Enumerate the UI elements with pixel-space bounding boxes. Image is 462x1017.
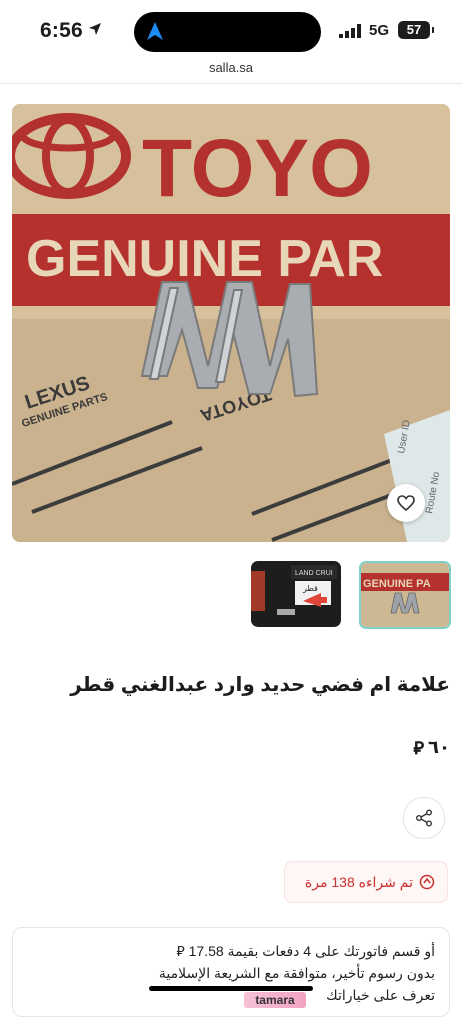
signal-icon: [339, 24, 361, 38]
product-price: ٦٠ ⃁: [413, 736, 450, 759]
installment-line-2: بدون رسوم تأخير، متوافقة مع الشريعة الإس…: [158, 965, 435, 981]
sold-count-text: تم شراءه 138 مرة: [304, 873, 413, 890]
product-title: علامة ام فضي حديد وارد عبدالغني قطر: [70, 674, 450, 696]
sold-icon: [419, 874, 435, 890]
product-image[interactable]: TOYO GENUINE PAR LEXUS GENUINE PARTS TOY…: [12, 104, 450, 542]
share-icon: [416, 809, 432, 827]
thumb1-text: LAND CRUI: [295, 570, 333, 577]
location-arrow-icon: [89, 23, 101, 35]
status-bar: 6:56 5G 57: [0, 0, 462, 58]
battery-cap: [432, 27, 434, 33]
battery-level: 57: [406, 22, 422, 37]
tamara-logo: tamara: [244, 992, 306, 1008]
url-bar[interactable]: salla.sa: [0, 60, 462, 75]
thumbnail-2[interactable]: GENUINE PA: [359, 561, 451, 629]
thumbnail-1[interactable]: LAND CRUI قطر: [251, 561, 341, 627]
installment-box[interactable]: أو قسم فاتورتك على 4 دفعات بقيمة 17.58 ⃁…: [12, 927, 450, 1017]
image-brand-sub: GENUINE PAR: [26, 230, 383, 288]
currency-symbol: ⃁: [413, 738, 425, 758]
battery-icon: 57: [398, 21, 430, 39]
price-value: ٦٠: [428, 737, 450, 757]
favorite-button[interactable]: [387, 484, 425, 522]
thumb1-plate: قطر: [302, 584, 318, 593]
product-photo: TOYO GENUINE PAR LEXUS GENUINE PARTS TOY…: [12, 104, 450, 542]
header-divider: [0, 83, 462, 84]
sold-count-badge: تم شراءه 138 مرة: [284, 861, 448, 903]
image-brand-main: TOYO: [142, 123, 373, 214]
heart-icon: [397, 495, 415, 511]
network-type: 5G: [369, 22, 390, 39]
installment-line-1: أو قسم فاتورتك على 4 دفعات بقيمة 17.58 ⃁: [176, 943, 435, 959]
dynamic-island: [134, 12, 321, 52]
thumb2-text: GENUINE PA: [363, 578, 431, 590]
navigation-arrow-icon: [147, 22, 163, 40]
share-button[interactable]: [403, 797, 445, 839]
home-indicator[interactable]: [149, 986, 313, 991]
status-time: 6:56: [40, 19, 83, 42]
